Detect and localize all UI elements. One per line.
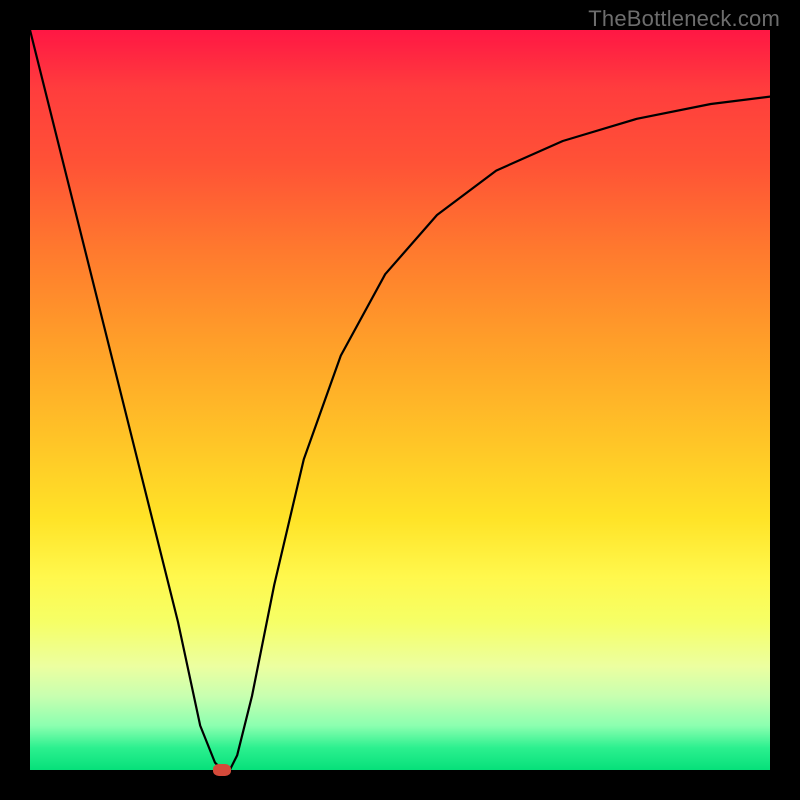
- bottleneck-curve: [30, 30, 770, 770]
- plot-area: [30, 30, 770, 770]
- chart-frame: TheBottleneck.com: [0, 0, 800, 800]
- watermark-text: TheBottleneck.com: [588, 6, 780, 32]
- marker-dot: [213, 764, 231, 776]
- curve-svg: [30, 30, 770, 770]
